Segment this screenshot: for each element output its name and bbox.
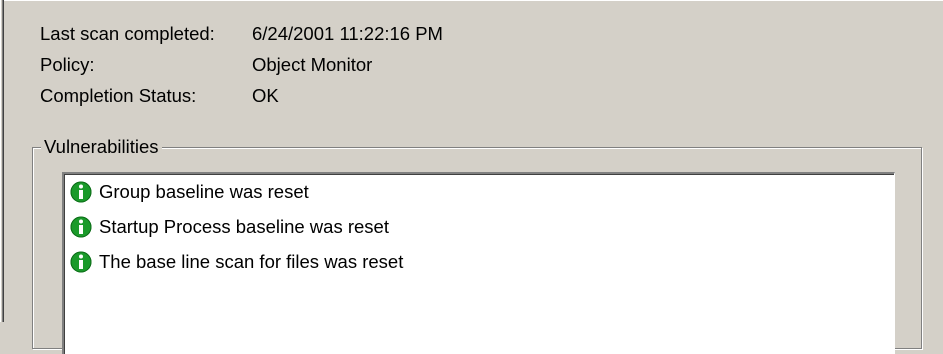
list-item-text: Startup Process baseline was reset: [99, 215, 389, 237]
info-icon: [70, 216, 92, 237]
list-item[interactable]: Startup Process baseline was reset: [64, 209, 894, 244]
window-top-edge: [0, 0, 943, 1]
list-item-text: Group baseline was reset: [99, 180, 309, 202]
completion-status-value: OK: [252, 85, 279, 106]
list-item[interactable]: The base line scan for files was reset: [64, 244, 894, 279]
last-scan-label: Last scan completed:: [40, 23, 215, 44]
vulnerabilities-groupbox: Vulnerabilities Group baseline was reset…: [32, 135, 922, 354]
info-icon: [70, 181, 92, 202]
completion-status-label: Completion Status:: [40, 85, 197, 106]
last-scan-value: 6/24/2001 11:22:16 PM: [252, 23, 443, 44]
list-item[interactable]: Group baseline was reset: [64, 174, 894, 209]
info-icon: [70, 251, 92, 272]
policy-value: Object Monitor: [252, 54, 373, 75]
window-left-border: [0, 0, 4, 322]
vulnerabilities-list[interactable]: Group baseline was reset Startup Process…: [62, 172, 895, 354]
policy-label: Policy:: [40, 54, 95, 75]
vulnerabilities-title: Vulnerabilities: [41, 135, 162, 159]
list-item-text: The base line scan for files was reset: [99, 250, 404, 272]
